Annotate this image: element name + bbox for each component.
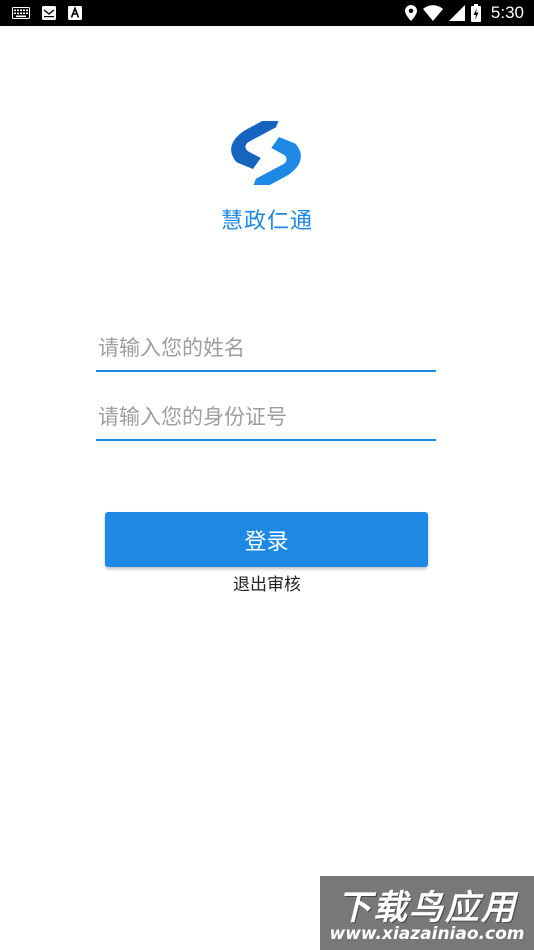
battery-icon [470, 4, 481, 22]
location-icon [404, 5, 417, 21]
status-bar-right: 5:30 [404, 0, 524, 26]
mail-icon [42, 6, 56, 20]
login-button[interactable]: 登录 [105, 512, 428, 567]
name-field[interactable] [96, 326, 438, 372]
app-logo-icon [225, 112, 307, 194]
wifi-icon [422, 5, 443, 21]
status-bar-left [12, 0, 82, 26]
watermark-logo: 下载鸟应用 www.xiazainiao.com [320, 876, 534, 950]
status-time: 5:30 [490, 3, 524, 22]
exit-review-link[interactable]: 退出审核 [0, 570, 534, 595]
font-icon [68, 6, 82, 20]
id-number-input[interactable] [96, 395, 438, 439]
signal-icon [448, 5, 465, 21]
login-button-label: 登录 [244, 529, 289, 555]
watermark-url: www.xiazainiao.com [329, 924, 525, 944]
app-name: 慧政仁通 [220, 209, 313, 234]
status-bar: 5:30 [0, 0, 534, 26]
keyboard-icon [12, 7, 30, 19]
name-input[interactable] [96, 326, 438, 370]
watermark-title: 下载鸟应用 [337, 888, 517, 928]
id-number-field[interactable] [96, 395, 438, 441]
